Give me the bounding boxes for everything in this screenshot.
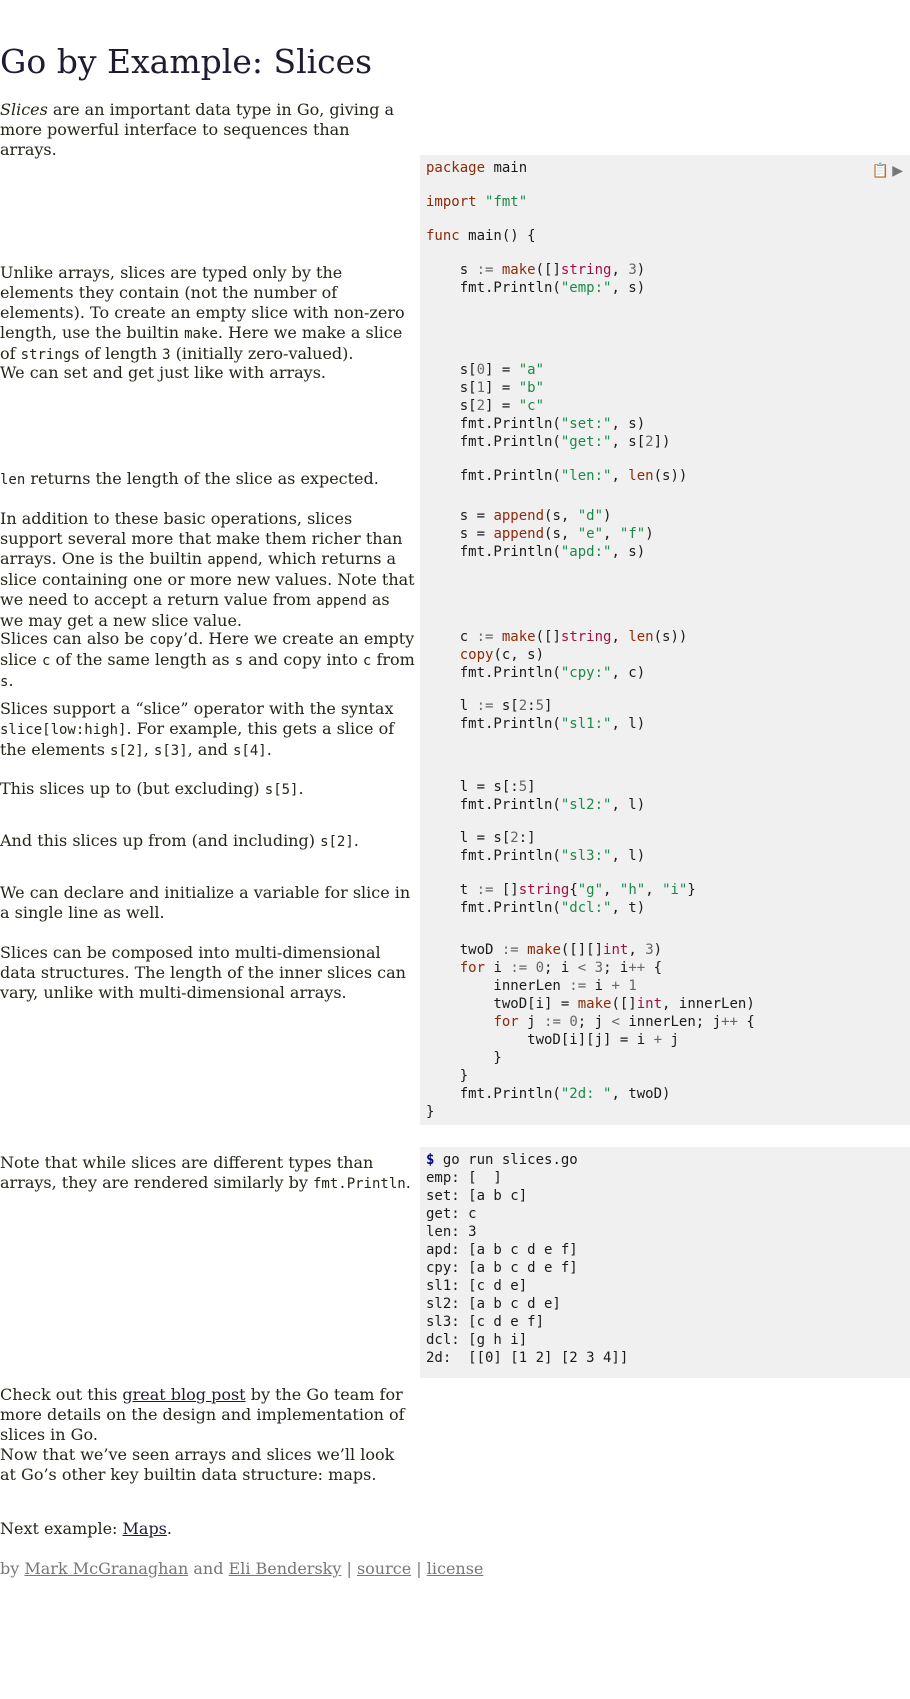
doc-code: append — [316, 593, 367, 609]
doc-code: string — [20, 347, 72, 363]
doc-copy: Slices can also be copy’d. Here we creat… — [0, 629, 415, 692]
code-sl2: l = s[:5] fmt.Println("sl2:", l) — [426, 779, 646, 813]
doc-text: , — [143, 740, 154, 759]
doc-text: . — [353, 831, 359, 850]
doc-code: make — [184, 326, 218, 342]
intro-em: Slices — [0, 100, 48, 119]
doc-text: and copy into — [243, 650, 363, 669]
footer-and: and — [188, 1559, 229, 1578]
doc-code: 3 — [162, 347, 171, 363]
author-link-eli[interactable]: Eli Bendersky — [229, 1559, 342, 1578]
doc-slice-from: And this slices up from (and including) … — [0, 831, 415, 852]
output-line: len: 3 — [426, 1224, 477, 1240]
code-toolbar: 📋▶ — [872, 161, 906, 181]
doc-rendered: Note that while slices are different typ… — [0, 1153, 415, 1194]
code-package: package main — [426, 160, 528, 176]
output-line: sl1: [c d e] — [426, 1278, 528, 1294]
doc-text: Slices support a “slice” operator with t… — [0, 699, 394, 718]
doc-code: s[2] — [110, 743, 144, 759]
doc-text: This slices up to (but excluding) — [0, 779, 265, 798]
doc-len: len returns the length of the slice as e… — [0, 469, 415, 490]
footer-by: by — [0, 1559, 25, 1578]
output-line: apd: [a b c d e f] — [426, 1242, 578, 1258]
code-set: s[0] = "a" s[1] = "b" s[2] = "c" fmt.Pri… — [426, 362, 671, 450]
output-line: cpy: [a b c d e f] — [426, 1260, 578, 1276]
doc-text: . — [298, 779, 304, 798]
blog-post-link[interactable]: great blog post — [122, 1385, 245, 1404]
doc-code: fmt.Println — [312, 1176, 406, 1192]
doc-code: s — [234, 653, 244, 669]
clipboard-icon[interactable]: 📋 — [872, 163, 892, 179]
doc-code: copy — [149, 632, 183, 648]
code-func: func main() { — [426, 228, 536, 244]
doc-text: Check out this — [0, 1385, 123, 1404]
doc-text: from — [371, 650, 415, 669]
doc-set-get: We can set and get just like with arrays… — [0, 363, 326, 382]
code-2d: twoD := make([][]int, 3) for i := 0; i <… — [426, 942, 755, 1120]
footer-separator: | — [341, 1559, 357, 1578]
output-line: 2d: [[0] [1 2] [2 3 4]] — [426, 1350, 629, 1366]
output-line: emp: [ ] — [426, 1170, 502, 1186]
output-line: dcl: [g h i] — [426, 1332, 528, 1348]
doc-slice-op: Slices support a “slice” operator with t… — [0, 699, 415, 761]
page-title: Go by Example: Slices — [0, 42, 373, 81]
doc-make: Unlike arrays, slices are typed only by … — [0, 263, 415, 365]
doc-code: slice[low:high] — [0, 722, 127, 738]
license-link[interactable]: license — [427, 1559, 484, 1578]
doc-text: . — [405, 1173, 411, 1192]
output-line: set: [a b c] — [426, 1188, 528, 1204]
doc-text: of the same length as — [50, 650, 235, 669]
footer: by Mark McGranaghan and Eli Bendersky | … — [0, 1559, 500, 1579]
next-label: Next example: — [0, 1519, 123, 1538]
code-block-output: $ go run slices.go emp: [ ] set: [a b c]… — [420, 1147, 910, 1378]
doc-text: . — [266, 740, 272, 759]
output-line: get: c — [426, 1206, 477, 1222]
doc-code: s[4] — [232, 743, 267, 759]
run-icon[interactable]: ▶ — [892, 163, 906, 179]
doc-declare: We can declare and initialize a variable… — [0, 883, 411, 922]
doc-text: (initially zero-valued). — [170, 344, 354, 363]
doc-code: len — [0, 472, 26, 488]
code-make: s := make([]string, 3) fmt.Println("emp:… — [426, 262, 646, 296]
doc-text: . — [8, 671, 14, 690]
code-dcl: t := []string{"g", "h", "i"} fmt.Println… — [426, 882, 696, 916]
output-line: sl2: [a b c d e] — [426, 1296, 561, 1312]
command-text: go run slices.go — [434, 1152, 578, 1168]
code-append: s = append(s, "d") s = append(s, "e", "f… — [426, 508, 654, 560]
doc-text: Slices can also be — [0, 629, 150, 648]
doc-code: s[2] — [320, 834, 354, 850]
doc-code: s[3] — [153, 743, 188, 759]
doc-append: In addition to these basic operations, s… — [0, 509, 415, 631]
output-command: $ go run slices.go — [426, 1151, 578, 1169]
code-sl3: l = s[2:] fmt.Println("sl3:", l) — [426, 830, 646, 864]
doc-multidim: Slices can be composed into multi-dimens… — [0, 943, 406, 1002]
code-len: fmt.Println("len:", len(s)) — [426, 468, 688, 484]
doc-slice-upto: This slices up to (but excluding) s[5]. — [0, 779, 415, 800]
doc-text: , and — [187, 740, 233, 759]
next-example-link[interactable]: Maps — [123, 1519, 167, 1538]
code-copy: c := make([]string, len(s)) copy(c, s) f… — [426, 629, 688, 681]
next-example: Next example: Maps. — [0, 1519, 415, 1539]
source-link[interactable]: source — [357, 1559, 411, 1578]
doc-blog: Check out this great blog post by the Go… — [0, 1385, 415, 1445]
output-lines: emp: [ ] set: [a b c] get: c len: 3 apd:… — [426, 1169, 628, 1367]
doc-code: s[5] — [264, 782, 299, 798]
code-import: import "fmt" — [426, 194, 528, 210]
intro-text: are an important data type in Go, giving… — [0, 100, 395, 159]
doc-text: And this slices up from (and including) — [0, 831, 321, 850]
code-block-main: 📋▶ package main import "fmt" func main()… — [420, 155, 910, 1125]
author-link-mark[interactable]: Mark McGranaghan — [24, 1559, 188, 1578]
next-suffix: . — [166, 1519, 172, 1538]
output-line: sl3: [c d e f] — [426, 1314, 545, 1330]
doc-code: append — [207, 552, 258, 568]
doc-maps: Now that we’ve seen arrays and slices we… — [0, 1445, 395, 1484]
doc-text: returns the length of the slice as expec… — [25, 469, 379, 488]
intro-paragraph: Slices are an important data type in Go,… — [0, 100, 400, 160]
doc-text: s of length — [71, 344, 163, 363]
footer-separator: | — [411, 1559, 427, 1578]
code-sl1: l := s[2:5] fmt.Println("sl1:", l) — [426, 698, 646, 732]
